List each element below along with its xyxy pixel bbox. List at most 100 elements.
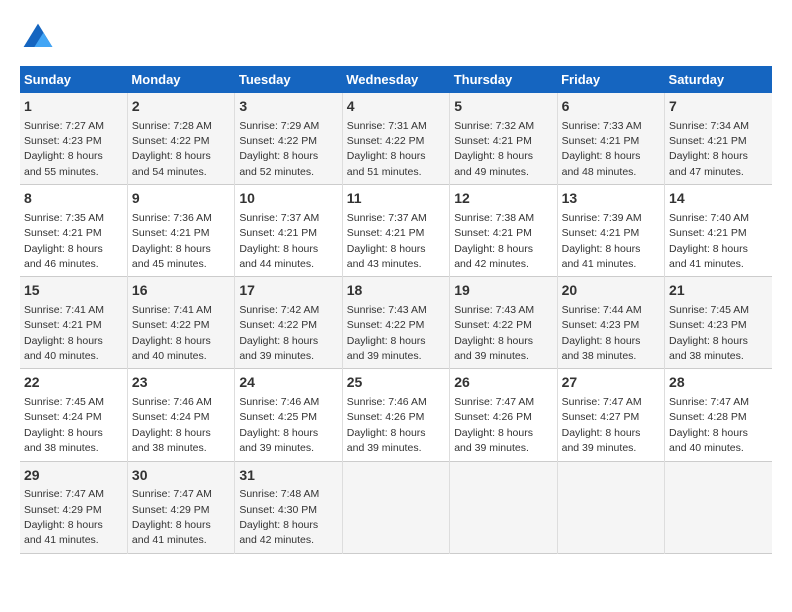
calendar-cell: 4 Sunrise: 7:31 AMSunset: 4:22 PMDaylight… <box>342 93 449 185</box>
day-number: 16 <box>132 281 230 301</box>
day-info: Sunrise: 7:45 AMSunset: 4:23 PMDaylight:… <box>669 304 749 362</box>
calendar-cell: 9 Sunrise: 7:36 AMSunset: 4:21 PMDaylight… <box>127 185 234 277</box>
day-info: Sunrise: 7:39 AMSunset: 4:21 PMDaylight:… <box>562 212 642 270</box>
day-info: Sunrise: 7:46 AMSunset: 4:24 PMDaylight:… <box>132 396 212 454</box>
day-number: 9 <box>132 189 230 209</box>
day-number: 4 <box>347 97 445 117</box>
calendar-cell: 10Sunrise: 7:37 AMSunset: 4:21 PMDayligh… <box>235 185 342 277</box>
day-number: 22 <box>24 373 123 393</box>
day-info: Sunrise: 7:38 AMSunset: 4:21 PMDaylight:… <box>454 212 534 270</box>
calendar-cell: 21 Sunrise: 7:45 AMSunset: 4:23 PMDayligh… <box>665 277 772 369</box>
calendar-cell: 26 Sunrise: 7:47 AMSunset: 4:26 PMDayligh… <box>450 369 557 461</box>
calendar-cell: 16 Sunrise: 7:41 AMSunset: 4:22 PMDayligh… <box>127 277 234 369</box>
calendar-cell: 23 Sunrise: 7:46 AMSunset: 4:24 PMDayligh… <box>127 369 234 461</box>
calendar-cell: 29Sunrise: 7:47 AMSunset: 4:29 PMDayligh… <box>20 461 127 553</box>
day-info: Sunrise: 7:41 AMSunset: 4:22 PMDaylight:… <box>132 304 212 362</box>
calendar-cell: 1Sunrise: 7:27 AMSunset: 4:23 PMDaylight… <box>20 93 127 185</box>
calendar-cell: 7Sunrise: 7:34 AMSunset: 4:21 PMDaylight… <box>665 93 772 185</box>
calendar-cell: 14Sunrise: 7:40 AMSunset: 4:21 PMDayligh… <box>665 185 772 277</box>
day-info: Sunrise: 7:33 AMSunset: 4:21 PMDaylight:… <box>562 120 642 178</box>
calendar-week-row: 15Sunrise: 7:41 AMSunset: 4:21 PMDayligh… <box>20 277 772 369</box>
day-number: 19 <box>454 281 552 301</box>
day-info: Sunrise: 7:47 AMSunset: 4:26 PMDaylight:… <box>454 396 534 454</box>
calendar-week-row: 1Sunrise: 7:27 AMSunset: 4:23 PMDaylight… <box>20 93 772 185</box>
weekday-header: Friday <box>557 66 664 93</box>
day-number: 13 <box>562 189 660 209</box>
calendar-cell: 13 Sunrise: 7:39 AMSunset: 4:21 PMDayligh… <box>557 185 664 277</box>
day-number: 29 <box>24 466 123 486</box>
calendar-cell: 25 Sunrise: 7:46 AMSunset: 4:26 PMDayligh… <box>342 369 449 461</box>
day-info: Sunrise: 7:42 AMSunset: 4:22 PMDaylight:… <box>239 304 319 362</box>
calendar-cell: 11Sunrise: 7:37 AMSunset: 4:21 PMDayligh… <box>342 185 449 277</box>
calendar-cell <box>450 461 557 553</box>
day-info: Sunrise: 7:36 AMSunset: 4:21 PMDaylight:… <box>132 212 212 270</box>
calendar-cell: 3 Sunrise: 7:29 AMSunset: 4:22 PMDaylight… <box>235 93 342 185</box>
calendar-cell: 17Sunrise: 7:42 AMSunset: 4:22 PMDayligh… <box>235 277 342 369</box>
weekday-header-row: SundayMondayTuesdayWednesdayThursdayFrid… <box>20 66 772 93</box>
day-info: Sunrise: 7:27 AMSunset: 4:23 PMDaylight:… <box>24 120 104 178</box>
day-info: Sunrise: 7:47 AMSunset: 4:28 PMDaylight:… <box>669 396 749 454</box>
calendar-cell: 28 Sunrise: 7:47 AMSunset: 4:28 PMDayligh… <box>665 369 772 461</box>
day-info: Sunrise: 7:31 AMSunset: 4:22 PMDaylight:… <box>347 120 427 178</box>
day-number: 12 <box>454 189 552 209</box>
day-number: 28 <box>669 373 768 393</box>
calendar-week-row: 8 Sunrise: 7:35 AMSunset: 4:21 PMDaylight… <box>20 185 772 277</box>
day-info: Sunrise: 7:35 AMSunset: 4:21 PMDaylight:… <box>24 212 104 270</box>
day-number: 3 <box>239 97 337 117</box>
calendar-cell: 20 Sunrise: 7:44 AMSunset: 4:23 PMDayligh… <box>557 277 664 369</box>
calendar-cell <box>342 461 449 553</box>
day-info: Sunrise: 7:43 AMSunset: 4:22 PMDaylight:… <box>347 304 427 362</box>
day-number: 21 <box>669 281 768 301</box>
weekday-header: Wednesday <box>342 66 449 93</box>
day-number: 8 <box>24 189 123 209</box>
day-info: Sunrise: 7:41 AMSunset: 4:21 PMDaylight:… <box>24 304 104 362</box>
day-number: 2 <box>132 97 230 117</box>
calendar-cell: 8 Sunrise: 7:35 AMSunset: 4:21 PMDaylight… <box>20 185 127 277</box>
day-info: Sunrise: 7:46 AMSunset: 4:25 PMDaylight:… <box>239 396 319 454</box>
calendar-table: SundayMondayTuesdayWednesdayThursdayFrid… <box>20 66 772 554</box>
day-info: Sunrise: 7:47 AMSunset: 4:27 PMDaylight:… <box>562 396 642 454</box>
day-info: Sunrise: 7:28 AMSunset: 4:22 PMDaylight:… <box>132 120 212 178</box>
calendar-cell: 12 Sunrise: 7:38 AMSunset: 4:21 PMDayligh… <box>450 185 557 277</box>
calendar-cell: 18Sunrise: 7:43 AMSunset: 4:22 PMDayligh… <box>342 277 449 369</box>
logo-icon <box>20 20 56 56</box>
weekday-header: Sunday <box>20 66 127 93</box>
calendar-cell: 27Sunrise: 7:47 AMSunset: 4:27 PMDayligh… <box>557 369 664 461</box>
day-info: Sunrise: 7:29 AMSunset: 4:22 PMDaylight:… <box>239 120 319 178</box>
calendar-week-row: 29 Sunrise: 7:47 AMSunset: 4:29 PMDayligh… <box>20 461 772 553</box>
day-info: Sunrise: 7:44 AMSunset: 4:23 PMDaylight:… <box>562 304 642 362</box>
day-info: Sunrise: 7:45 AMSunset: 4:24 PMDaylight:… <box>24 396 104 454</box>
calendar-cell: 2 Sunrise: 7:28 AMSunset: 4:22 PMDaylight… <box>127 93 234 185</box>
day-number: 25 <box>347 373 445 393</box>
weekday-header: Thursday <box>450 66 557 93</box>
day-number: 20 <box>562 281 660 301</box>
logo <box>20 20 62 56</box>
day-number: 5 <box>454 97 552 117</box>
weekday-header: Tuesday <box>235 66 342 93</box>
calendar-cell <box>665 461 772 553</box>
day-info: Sunrise: 7:48 AMSunset: 4:30 PMDaylight:… <box>239 488 319 546</box>
calendar-cell <box>557 461 664 553</box>
calendar-cell: 31Sunrise: 7:48 AMSunset: 4:30 PMDayligh… <box>235 461 342 553</box>
day-info: Sunrise: 7:46 AMSunset: 4:26 PMDaylight:… <box>347 396 427 454</box>
day-info: Sunrise: 7:47 AMSunset: 4:29 PMDaylight:… <box>132 488 212 546</box>
day-number: 6 <box>562 97 660 117</box>
day-number: 26 <box>454 373 552 393</box>
calendar-cell: 15Sunrise: 7:41 AMSunset: 4:21 PMDayligh… <box>20 277 127 369</box>
day-info: Sunrise: 7:37 AMSunset: 4:21 PMDaylight:… <box>239 212 319 270</box>
calendar-cell: 24 Sunrise: 7:46 AMSunset: 4:25 PMDayligh… <box>235 369 342 461</box>
day-number: 14 <box>669 189 768 209</box>
weekday-header: Monday <box>127 66 234 93</box>
day-number: 23 <box>132 373 230 393</box>
page-header <box>20 20 772 56</box>
day-number: 30 <box>132 466 230 486</box>
calendar-cell: 22 Sunrise: 7:45 AMSunset: 4:24 PMDayligh… <box>20 369 127 461</box>
day-info: Sunrise: 7:43 AMSunset: 4:22 PMDaylight:… <box>454 304 534 362</box>
day-number: 7 <box>669 97 768 117</box>
day-info: Sunrise: 7:32 AMSunset: 4:21 PMDaylight:… <box>454 120 534 178</box>
day-number: 31 <box>239 466 337 486</box>
calendar-cell: 5 Sunrise: 7:32 AMSunset: 4:21 PMDaylight… <box>450 93 557 185</box>
day-number: 11 <box>347 189 445 209</box>
weekday-header: Saturday <box>665 66 772 93</box>
day-number: 24 <box>239 373 337 393</box>
